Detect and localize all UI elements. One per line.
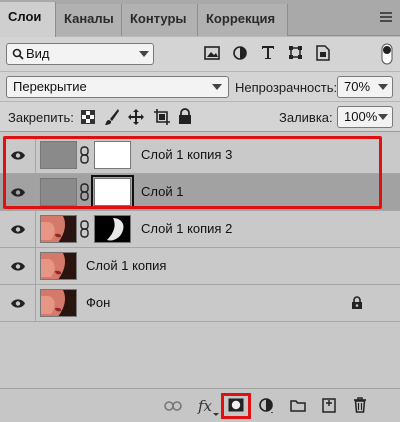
- opacity-value: 70%: [344, 79, 371, 94]
- fx-button[interactable]: fx: [198, 397, 212, 415]
- filter-toggle-icon[interactable]: [381, 43, 393, 65]
- layers-panel: Слои Каналы Контуры Коррекция Вид Перекр…: [0, 0, 400, 422]
- tab-channels[interactable]: Каналы: [56, 4, 122, 36]
- eye-icon[interactable]: [10, 261, 26, 272]
- filter-kind-select[interactable]: Вид: [6, 43, 154, 65]
- fill-field[interactable]: 100%: [337, 106, 393, 128]
- fx-caret: [213, 413, 219, 416]
- opacity-label: Непрозрачность:: [235, 80, 338, 95]
- chevron-down-icon: [378, 84, 388, 90]
- panel-menu-icon[interactable]: [380, 12, 392, 22]
- eye-column: [0, 285, 36, 322]
- blend-mode-label: Перекрытие: [13, 79, 87, 94]
- blend-row: Перекрытие Непрозрачность: 70%: [0, 71, 400, 101]
- chevron-down-icon: [378, 114, 388, 120]
- fill-label: Заливка:: [279, 110, 333, 125]
- filter-row: Вид: [0, 37, 400, 71]
- new-fill-adjustment-icon[interactable]: [259, 398, 275, 414]
- layer-row[interactable]: Слой 1 копия 2: [0, 211, 400, 248]
- lock-position-icon[interactable]: [127, 108, 145, 126]
- layer-thumbnail[interactable]: [40, 289, 77, 317]
- layer-name[interactable]: Слой 1 копия: [86, 258, 166, 273]
- smart-object-filter-icon[interactable]: [316, 45, 330, 61]
- fill-value: 100%: [344, 109, 378, 124]
- search-icon: [12, 48, 24, 60]
- lock-image-pixels-icon[interactable]: [104, 108, 120, 126]
- lock-icon[interactable]: [351, 295, 363, 310]
- layer-row[interactable]: Фон: [0, 285, 400, 322]
- image-filter-icon[interactable]: [204, 46, 220, 60]
- trash-icon[interactable]: [353, 397, 367, 413]
- eye-icon[interactable]: [10, 224, 26, 235]
- lock-label: Закрепить:: [8, 110, 74, 125]
- tab-bar: Слои Каналы Контуры Коррекция: [0, 0, 400, 37]
- layer-name[interactable]: Фон: [86, 295, 110, 310]
- lock-all-icon[interactable]: [178, 108, 192, 125]
- chevron-down-icon: [139, 51, 149, 57]
- eye-column: [0, 248, 36, 285]
- opacity-field[interactable]: 70%: [337, 76, 393, 98]
- tab-layers[interactable]: Слои: [0, 2, 56, 37]
- layer-thumbnail[interactable]: [40, 252, 77, 280]
- bottom-toolbar: fx: [0, 388, 400, 422]
- link-icon[interactable]: [80, 220, 89, 238]
- tab-adjustments[interactable]: Коррекция: [198, 4, 288, 36]
- eye-column: [0, 211, 36, 248]
- lock-transparent-pixels-icon[interactable]: [81, 110, 95, 124]
- layer-mask-thumbnail[interactable]: [94, 215, 131, 243]
- mask-button-highlight: [221, 393, 251, 419]
- eye-icon[interactable]: [10, 298, 26, 309]
- lock-row: Закрепить: Заливка: 100%: [0, 101, 400, 132]
- filter-kind-label: Вид: [26, 46, 50, 61]
- layer-row[interactable]: Слой 1 копия: [0, 248, 400, 285]
- tab-paths[interactable]: Контуры: [122, 4, 198, 36]
- adjustment-filter-icon[interactable]: [233, 46, 247, 60]
- link-layers-icon[interactable]: [164, 401, 182, 411]
- blend-mode-select[interactable]: Перекрытие: [6, 76, 229, 98]
- layer-thumbnail[interactable]: [40, 215, 77, 243]
- shape-filter-icon[interactable]: [288, 45, 303, 60]
- lock-artboard-icon[interactable]: [153, 108, 171, 126]
- new-group-icon[interactable]: [290, 399, 306, 412]
- chevron-down-icon: [212, 84, 222, 90]
- highlight-frame: [3, 136, 382, 209]
- new-layer-icon[interactable]: [322, 398, 336, 413]
- layer-name[interactable]: Слой 1 копия 2: [141, 221, 232, 236]
- type-filter-icon[interactable]: [261, 45, 275, 60]
